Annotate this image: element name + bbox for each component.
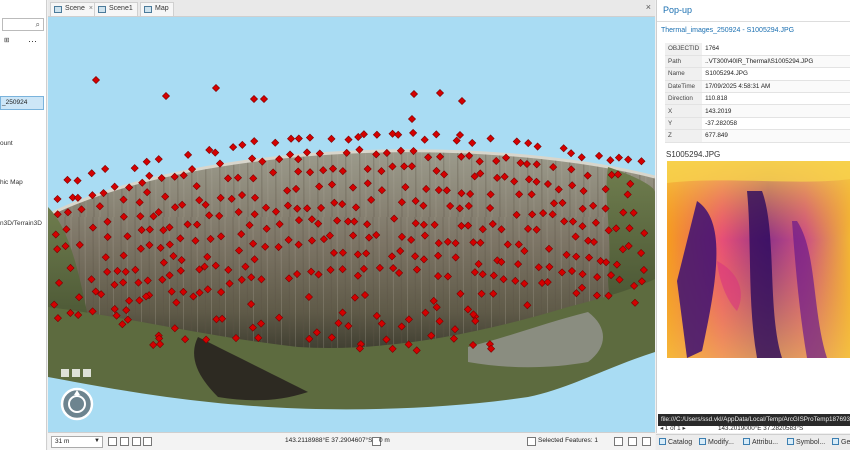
table-row: Path ..VT300\40IR_Thermal\S1005294.JPG [665,55,850,69]
close-icon[interactable]: × [646,2,651,12]
table-row: Y -37.282058 [665,117,850,131]
table-row: OBJECTID 1764 [665,43,850,56]
scene-viewport[interactable] [48,17,655,432]
pause-drawing-icon[interactable] [614,437,623,446]
table-row: X 143.2019 [665,104,850,118]
scene-navigator[interactable] [60,387,94,421]
modify-icon [699,438,706,445]
contents-search-input[interactable]: ⌕ [2,18,44,31]
popup-pane: Pop-up Thermal_images_250924 - S1005294.… [656,0,850,433]
navigator-controls[interactable] [60,367,94,379]
layer-item-2[interactable]: hic Map [0,179,23,186]
layout-icon[interactable] [120,437,129,446]
popup-feature-title[interactable]: Thermal_images_250924 - S1005294.JPG [661,27,794,34]
image-caption: S1005294.JPG [666,150,721,159]
camera-icon[interactable] [132,437,141,446]
selection-icon[interactable] [527,437,536,446]
catalog-icon [659,438,666,445]
table-row: Z 677.849 [665,129,850,143]
refresh-icon[interactable] [628,437,637,446]
next-icon[interactable]: ▸ [682,425,685,432]
tab-scene[interactable]: Scene × [50,2,98,16]
popup-coordinates: 143.2019000°E 37.2820583°S [718,425,804,432]
tab-catalog[interactable]: Catalog [659,438,692,446]
table-row: Name S1005294.JPG [665,67,850,81]
thermal-image[interactable] [667,161,850,358]
tab-geoprocessing[interactable]: Ge [832,438,850,446]
tab-map[interactable]: Map [140,2,174,16]
symbology-icon [787,438,794,445]
settings-dropdown-icon[interactable] [143,437,152,446]
layer-item-1[interactable]: ount [0,140,13,147]
scene-icon [98,6,106,13]
previous-icon[interactable]: ◂ [660,425,663,432]
selected-features-count: Selected Features: 1 [538,437,598,444]
scale-dropdown[interactable]: 31 m ▼ [51,436,103,448]
pause-icon[interactable] [642,437,651,446]
chevron-down-icon: ▼ [94,438,100,444]
add-layer-icon[interactable]: ⊞ [4,36,9,44]
popup-pane-title: Pop-up [663,5,693,15]
tab-modify[interactable]: Modify... [699,438,734,446]
dock-tab-bar: Catalog Modify... Attribu... Symbol... G… [656,434,850,450]
scene-icon [54,6,62,13]
contents-pane: ⌕ ⊞ ⋯ _250924 ount hic Map n3D/Terrain3D [0,0,47,450]
thermal-image-render [667,161,850,358]
tab-scene1[interactable]: Scene1 [94,2,138,16]
more-options-icon[interactable]: ⋯ [28,36,37,47]
divider [657,21,850,22]
map-status-bar: 31 m ▼ 143.2118988°E 37.2904607°S 0 m Se… [48,432,655,450]
tab-attributes[interactable]: Attribu... [743,438,778,446]
geoprocessing-icon [832,438,839,445]
navigator-icon[interactable] [60,387,94,421]
cursor-coordinates: 143.2118988°E 37.2904607°S [285,437,373,444]
navigator-mode-icons[interactable] [60,367,94,379]
search-icon: ⌕ [35,20,40,29]
map-icon [144,6,152,13]
table-row: Direction 110.818 [665,92,850,106]
view-tab-bar: Scene × Scene1 Map × [48,0,655,17]
elevation-readout: 0 m [379,437,390,444]
close-icon[interactable]: × [89,5,93,12]
grid-icon[interactable] [108,437,117,446]
arcgis-pro-window: ⌕ ⊞ ⋯ _250924 ount hic Map n3D/Terrain3D… [0,0,850,450]
layer-item-selected[interactable]: _250924 [0,96,44,110]
table-row: DateTime 17/09/2025 4:58:31 AM [665,80,850,94]
tab-symbology[interactable]: Symbol... [787,438,825,446]
layer-item-3[interactable]: n3D/Terrain3D [0,220,42,227]
attribute-table: OBJECTID 1764 Path ..VT300\40IR_Thermal\S1… [665,43,850,143]
attributes-icon [743,438,750,445]
scene-canvas [48,17,655,432]
